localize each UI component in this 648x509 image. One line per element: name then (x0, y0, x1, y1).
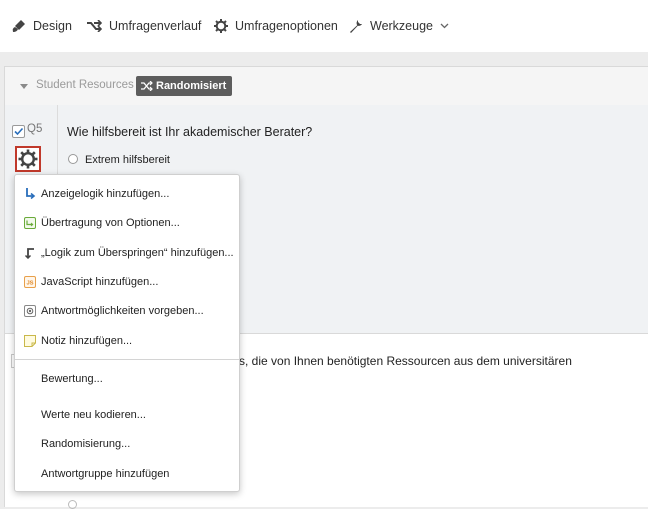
carry-forward-icon (24, 217, 36, 229)
tools-menu[interactable]: Werkzeuge (349, 0, 449, 52)
design-tab[interactable]: Design (12, 0, 72, 52)
menu-item-randomization[interactable]: Randomisierung... (15, 430, 239, 459)
paintbrush-icon (12, 20, 25, 32)
chevron-down-icon (440, 23, 449, 29)
menu-item-label: „Logik zum Überspringen“ hinzufügen... (41, 247, 234, 259)
question-gear-button[interactable] (15, 146, 41, 172)
answer-radio[interactable] (68, 154, 78, 164)
menu-item-label: Anzeigelogik hinzufügen... (41, 188, 170, 200)
question-text[interactable]: Wie hilfsbereit ist Ihr akademischer Ber… (67, 125, 312, 139)
menu-item-label: JavaScript hinzufügen... (41, 276, 159, 288)
menu-item-label: Antwortgruppe hinzufügen (41, 468, 170, 480)
block-header: Student Resources Randomisiert (5, 67, 648, 106)
menu-item-label: Notiz hinzufügen... (41, 335, 133, 347)
menu-divider (15, 359, 239, 360)
menu-item-label: Übertragung von Optionen... (41, 217, 180, 229)
menu-item-label: Randomisierung... (41, 438, 131, 450)
default-choices-icon (24, 305, 36, 317)
top-toolbar: Design Umfragenverlauf Umfragenoptionen … (0, 0, 648, 53)
branch-icon (87, 20, 102, 32)
gear-icon (214, 19, 228, 33)
survey-history-tab[interactable]: Umfragenverlauf (86, 0, 201, 52)
randomized-badge[interactable]: Randomisiert (136, 76, 233, 96)
question-number: Q5 (27, 123, 43, 135)
design-tab-label: Design (33, 19, 72, 33)
checkmark-icon (14, 127, 24, 136)
survey-options-label: Umfragenoptionen (235, 19, 338, 33)
answer-option-label[interactable]: Extrem hilfsbereit (85, 154, 170, 166)
question-gear-menu: Anzeigelogik hinzufügen... Übertragung v… (14, 174, 240, 492)
menu-item-display-logic[interactable]: Anzeigelogik hinzufügen... (15, 180, 239, 209)
menu-item-scoring[interactable]: Bewertung... (15, 365, 239, 394)
survey-options-tab[interactable]: Umfragenoptionen (214, 0, 338, 52)
skip-logic-icon (24, 248, 34, 259)
wrench-icon (350, 20, 362, 33)
block-title: Student Resources (36, 79, 134, 91)
shuffle-icon (141, 81, 153, 91)
note-icon (24, 335, 36, 347)
javascript-icon: JS (24, 276, 36, 288)
menu-item-answer-group[interactable]: Antwortgruppe hinzufügen (15, 460, 239, 489)
menu-item-skip-logic[interactable]: „Logik zum Überspringen“ hinzufügen... (15, 239, 239, 268)
next-question-radio[interactable] (68, 500, 77, 509)
svg-text:JS: JS (26, 281, 33, 287)
menu-item-javascript[interactable]: JS JavaScript hinzufügen... (15, 268, 239, 297)
menu-item-carry-forward[interactable]: Übertragung von Optionen... (15, 209, 239, 238)
menu-item-label: Antwortmöglichkeiten vorgeben... (41, 305, 204, 317)
question-select-checkbox[interactable] (12, 125, 25, 138)
display-logic-icon (26, 188, 36, 200)
gear-icon (18, 149, 38, 169)
menu-item-default-choices[interactable]: Antwortmöglichkeiten vorgeben... (15, 297, 239, 326)
menu-item-label: Bewertung... (41, 373, 103, 385)
survey-history-label: Umfragenverlauf (109, 19, 202, 33)
menu-item-add-note[interactable]: Notiz hinzufügen... (15, 327, 239, 356)
randomized-badge-label: Randomisiert (156, 80, 227, 92)
tools-label: Werkzeuge (370, 19, 433, 33)
collapse-caret-icon[interactable] (20, 84, 28, 89)
menu-item-label: Werte neu kodieren... (41, 409, 146, 421)
next-question-text[interactable]: s, die von Ihnen benötigten Ressourcen a… (239, 354, 572, 368)
menu-item-recode-values[interactable]: Werte neu kodieren... (15, 401, 239, 430)
